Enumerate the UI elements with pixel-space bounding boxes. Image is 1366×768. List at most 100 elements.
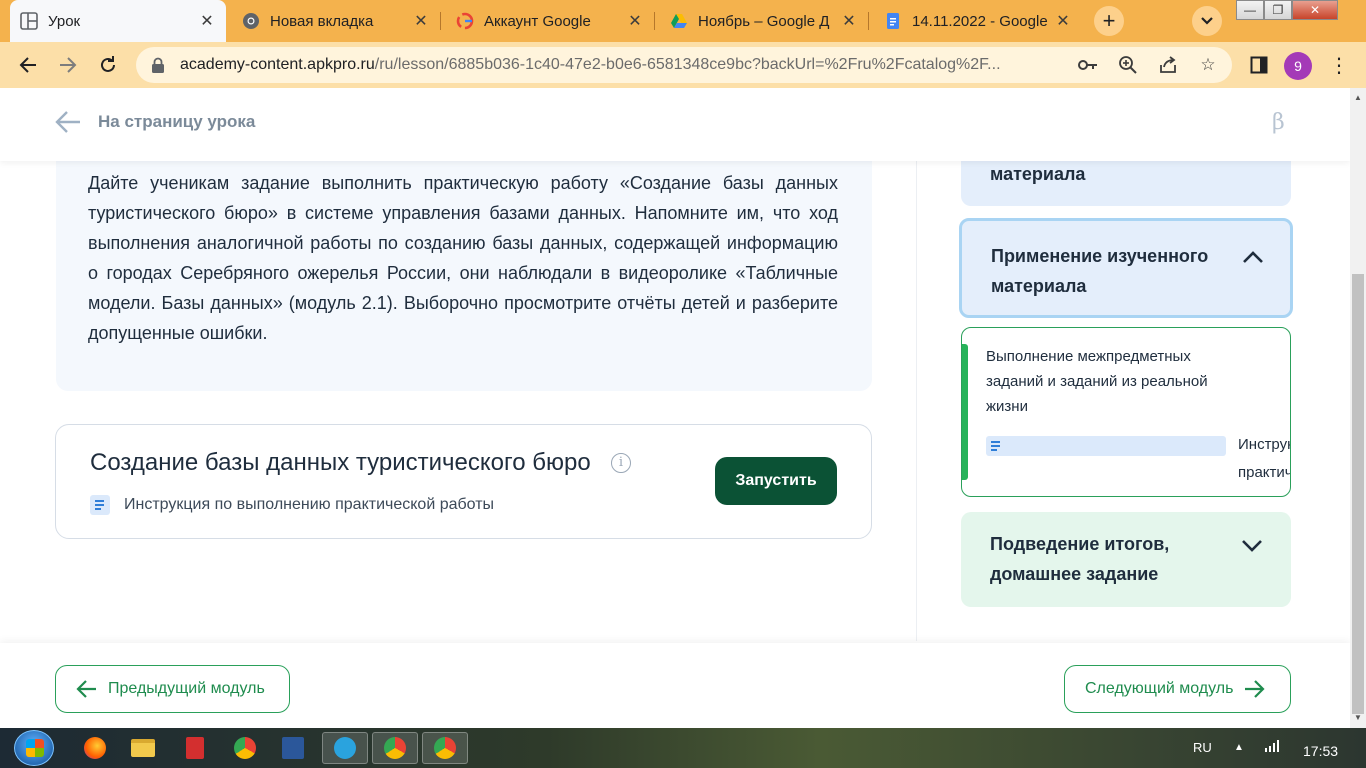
- tab-search-button[interactable]: [1192, 6, 1222, 36]
- tab-label: Ноябрь – Google Д: [698, 12, 830, 30]
- task-instruction-link[interactable]: Инструкция по выполнению практической ра…: [90, 495, 494, 515]
- url-text: academy-content.apkpro.ru/ru/lesson/6885…: [180, 56, 1070, 74]
- bookmark-star-icon[interactable]: ☆: [1196, 53, 1220, 77]
- scroll-up-icon[interactable]: ▲: [1350, 90, 1366, 106]
- firefox-icon[interactable]: [72, 732, 118, 764]
- tab-google-drive[interactable]: Ноябрь – Google Д ✕: [660, 0, 868, 42]
- plus-icon: +: [1102, 8, 1116, 33]
- active-indicator: [962, 344, 968, 480]
- telegram-icon[interactable]: [322, 732, 368, 764]
- page-content: Дайте ученикам задание выполнить практич…: [0, 88, 1350, 728]
- close-tab-icon[interactable]: ✕: [1054, 11, 1072, 31]
- forward-button[interactable]: [54, 51, 82, 79]
- chrome-icon[interactable]: [422, 732, 468, 764]
- module-navigation: Предыдущий модуль Следующий модуль: [0, 643, 1350, 728]
- address-bar[interactable]: academy-content.apkpro.ru/ru/lesson/6885…: [136, 47, 1232, 83]
- tab-google-account[interactable]: Аккаунт Google ✕: [446, 0, 654, 42]
- chevron-down-icon[interactable]: [1240, 534, 1264, 558]
- window-controls: — ❐ ✕: [1236, 0, 1338, 22]
- zoom-icon[interactable]: [1116, 53, 1140, 77]
- chevron-up-icon[interactable]: [1241, 245, 1265, 269]
- close-tab-icon[interactable]: ✕: [198, 11, 216, 31]
- next-module-button[interactable]: Следующий модуль: [1064, 665, 1291, 713]
- column-divider: [916, 161, 917, 641]
- instruction-text: Дайте ученикам задание выполнить практич…: [88, 173, 838, 343]
- url-path: /ru/lesson/6885b036-1c40-47e2-b0e6-65813…: [374, 56, 1001, 73]
- tray-expand-icon[interactable]: ▲: [1234, 742, 1244, 753]
- profile-avatar[interactable]: 9: [1284, 52, 1312, 80]
- scroll-down-icon[interactable]: ▼: [1350, 710, 1366, 726]
- sidebar-item-title: Выполнение межпредметных заданий и задан…: [986, 348, 1208, 415]
- arrow-right-icon: [60, 57, 77, 73]
- chrome-icon: [243, 13, 259, 29]
- beta-badge: β: [1272, 110, 1285, 135]
- sidebar-section-label: Применение изученного материала: [991, 246, 1209, 296]
- browser-tab-bar: Урок ✕ Новая вкладка ✕ Аккаунт Google ✕ …: [0, 0, 1366, 42]
- reload-button[interactable]: [94, 51, 122, 79]
- document-icon: [986, 436, 1226, 456]
- new-tab-button[interactable]: +: [1094, 6, 1124, 36]
- clock[interactable]: 17:53: [1303, 743, 1338, 759]
- arrow-right-icon: [1245, 680, 1266, 698]
- start-button[interactable]: [14, 730, 54, 766]
- task-title: Создание базы данных туристического бюро: [90, 449, 591, 476]
- sidebar-doc-label: Инструкция по выполнению практической ра…: [1238, 436, 1290, 481]
- layout-icon: [20, 12, 38, 30]
- sidebar-section-label: материала: [990, 164, 1086, 184]
- tab-google-docs[interactable]: 14.11.2022 - Google ✕: [874, 0, 1082, 42]
- info-icon[interactable]: i: [611, 453, 631, 473]
- back-link-label: На страницу урока: [98, 112, 256, 131]
- close-window-button[interactable]: ✕: [1292, 0, 1338, 20]
- sidebar-section-label: Подведение итогов, домашнее задание: [990, 534, 1170, 584]
- arrow-left-icon: [55, 111, 80, 133]
- google-docs-icon: [887, 13, 899, 29]
- sidebar-item-active[interactable]: Выполнение межпредметных заданий и задан…: [961, 327, 1291, 497]
- arrow-left-icon: [76, 680, 96, 698]
- previous-module-button[interactable]: Предыдущий модуль: [55, 665, 290, 713]
- arrow-left-icon: [19, 57, 36, 73]
- close-tab-icon[interactable]: ✕: [412, 11, 430, 31]
- network-icon[interactable]: [1264, 740, 1280, 755]
- lock-icon: [152, 57, 164, 73]
- page-scrollbar[interactable]: ▲ ▼: [1350, 88, 1366, 728]
- language-indicator[interactable]: RU: [1193, 740, 1212, 755]
- task-instruction-label: Инструкция по выполнению практической ра…: [124, 496, 495, 513]
- chrome-icon[interactable]: [372, 732, 418, 764]
- close-tab-icon[interactable]: ✕: [626, 11, 644, 31]
- sidebar-doc-link[interactable]: Инструкция по выполнению практической ра…: [986, 431, 1290, 487]
- run-button[interactable]: Запустить: [715, 457, 837, 505]
- maximize-button[interactable]: ❐: [1264, 0, 1292, 20]
- document-icon: [90, 495, 110, 515]
- tab-new-tab[interactable]: Новая вкладка ✕: [232, 0, 440, 42]
- tab-separator: [868, 12, 869, 30]
- tab-separator: [654, 12, 655, 30]
- word-icon[interactable]: [270, 732, 316, 764]
- tab-lesson[interactable]: Урок ✕: [10, 0, 226, 42]
- chrome-icon[interactable]: [222, 732, 268, 764]
- reload-icon: [101, 56, 115, 72]
- side-panel-icon: [1250, 56, 1268, 74]
- sidebar-section-active[interactable]: Применение изученного материала: [959, 218, 1293, 318]
- tab-label: Аккаунт Google: [484, 12, 591, 30]
- page-header: На страницу урока β: [0, 88, 1350, 161]
- tab-label: Новая вкладка: [270, 12, 374, 30]
- share-icon[interactable]: [1156, 53, 1180, 77]
- scrollbar-thumb[interactable]: [1352, 274, 1364, 714]
- back-to-lesson-link[interactable]: На страницу урока: [54, 110, 255, 134]
- windows-logo-icon: [26, 739, 44, 757]
- pdf-icon[interactable]: [172, 732, 218, 764]
- back-button[interactable]: [14, 51, 42, 79]
- menu-button[interactable]: ⋮: [1325, 51, 1353, 79]
- sidebar-section-next[interactable]: Подведение итогов, домашнее задание: [961, 512, 1291, 607]
- task-card: Создание базы данных туристического бюро…: [55, 424, 872, 539]
- chevron-down-icon: [1201, 17, 1213, 25]
- previous-module-label: Предыдущий модуль: [108, 680, 265, 697]
- file-explorer-icon[interactable]: [120, 732, 166, 764]
- close-tab-icon[interactable]: ✕: [840, 11, 858, 31]
- minimize-button[interactable]: —: [1236, 0, 1264, 20]
- key-icon[interactable]: [1076, 53, 1100, 77]
- url-host: academy-content.apkpro.ru: [180, 56, 375, 73]
- side-panel-button[interactable]: [1245, 51, 1273, 79]
- windows-taskbar: RU ▲ 17:53: [0, 728, 1366, 768]
- google-drive-icon: [671, 14, 687, 28]
